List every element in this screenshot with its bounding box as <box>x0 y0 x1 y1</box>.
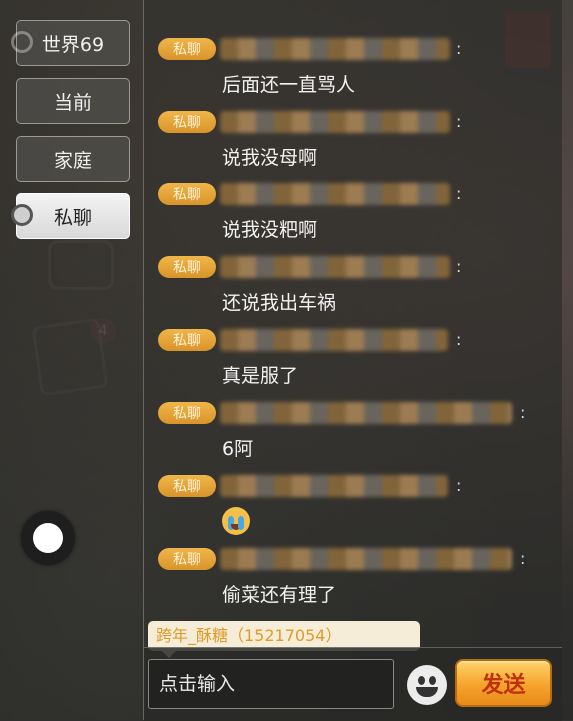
tab-current[interactable]: 当前 <box>16 78 130 124</box>
tab-label: 世界69 <box>41 33 105 56</box>
sender-colon: : <box>520 549 526 568</box>
sender-colon: : <box>456 257 462 276</box>
chat-message: 私聊 xxxxxxxxxxxxxx : 说我没粑啊 <box>158 183 548 255</box>
sender-colon: : <box>456 330 462 349</box>
message-text: 还说我出车祸 <box>222 292 337 314</box>
sender-name[interactable]: xxxxxxxxxxxxxx <box>220 183 450 205</box>
tab-label: 家庭 <box>53 149 92 172</box>
tab-family[interactable]: 家庭 <box>16 136 130 182</box>
tab-private[interactable]: 私聊 <box>11 193 130 239</box>
chat-message: 私聊 xxxxxxxxxxxxxxxxx : 6阿 <box>158 402 548 474</box>
sender-name[interactable]: xxxxxxxxxxxxxxxxx <box>220 402 512 424</box>
sender-colon: : <box>456 39 462 58</box>
private-tag: 私聊 <box>158 402 216 424</box>
private-tag: 私聊 <box>158 183 216 205</box>
sender-name[interactable]: xxxxxxxxxxxxxx <box>220 38 450 60</box>
tab-indicator-icon <box>11 204 33 226</box>
message-text: 6阿 <box>222 438 254 460</box>
chat-message: 私聊 xxxxxxxxxxxxx : 真是服了 <box>158 329 548 401</box>
chat-input-bar: 发送 <box>144 647 562 721</box>
sender-colon: : <box>456 184 462 203</box>
chat-message-list[interactable]: 私聊 xxxxxxxxxxxxxx : 后面还一直骂人 私聊 xxxxxxxxx… <box>144 0 562 647</box>
tab-indicator-icon <box>11 31 33 53</box>
sender-name[interactable]: xxxxxxxxxxxxx <box>220 475 448 497</box>
floating-assist-button[interactable] <box>21 511 75 565</box>
private-tag: 私聊 <box>158 329 216 351</box>
message-text: 偷菜还有理了 <box>222 584 337 606</box>
smiley-face-icon <box>418 676 425 685</box>
smiley-mouth <box>416 687 438 697</box>
sender-name[interactable]: xxxxxxxxxxxxx <box>220 329 448 351</box>
message-text: 真是服了 <box>222 365 299 387</box>
chat-message: 私聊 xxxxxxxxxxxxx : <box>158 475 548 547</box>
private-tag: 私聊 <box>158 548 216 570</box>
private-tag: 私聊 <box>158 256 216 278</box>
chat-input[interactable] <box>148 659 394 709</box>
sender-name[interactable]: xxxxxxxxxxxxxx <box>220 111 450 133</box>
message-text: 说我没粑啊 <box>222 219 318 241</box>
tab-label: 私聊 <box>53 206 92 229</box>
private-tag: 私聊 <box>158 38 216 60</box>
private-tag: 私聊 <box>158 111 216 133</box>
channel-tab-column: 世界69 当前 家庭 私聊 <box>0 0 144 720</box>
sender-colon: : <box>456 112 462 131</box>
chat-message: 私聊 xxxxxxxxxxxxxx : 后面还一直骂人 <box>158 38 548 110</box>
circle-icon <box>33 523 63 553</box>
send-button[interactable]: 发送 <box>455 659 552 707</box>
tab-label: 当前 <box>53 91 92 114</box>
emoji-button[interactable] <box>407 665 447 705</box>
sender-name[interactable]: xxxxxxxxxxxxxxxxx <box>220 548 512 570</box>
private-tag: 私聊 <box>158 475 216 497</box>
sender-name[interactable]: xxxxxxxxxxxxxx <box>220 256 450 278</box>
tab-world[interactable]: 世界69 <box>11 20 130 66</box>
chat-message: 私聊 xxxxxxxxxxxxxx : 说我没母啊 <box>158 111 548 183</box>
sender-colon: : <box>456 476 462 495</box>
chat-message: 私聊 xxxxxxxxxxxxxxxxx : 偷菜还有理了 <box>158 548 548 620</box>
message-text: 说我没母啊 <box>222 147 318 169</box>
message-text: 后面还一直骂人 <box>222 74 356 96</box>
chat-message: 私聊 xxxxxxxxxxxxxx : 还说我出车祸 <box>158 256 548 328</box>
sender-colon: : <box>520 403 526 422</box>
smiley-eye <box>429 676 436 685</box>
crying-face-icon <box>222 507 250 535</box>
